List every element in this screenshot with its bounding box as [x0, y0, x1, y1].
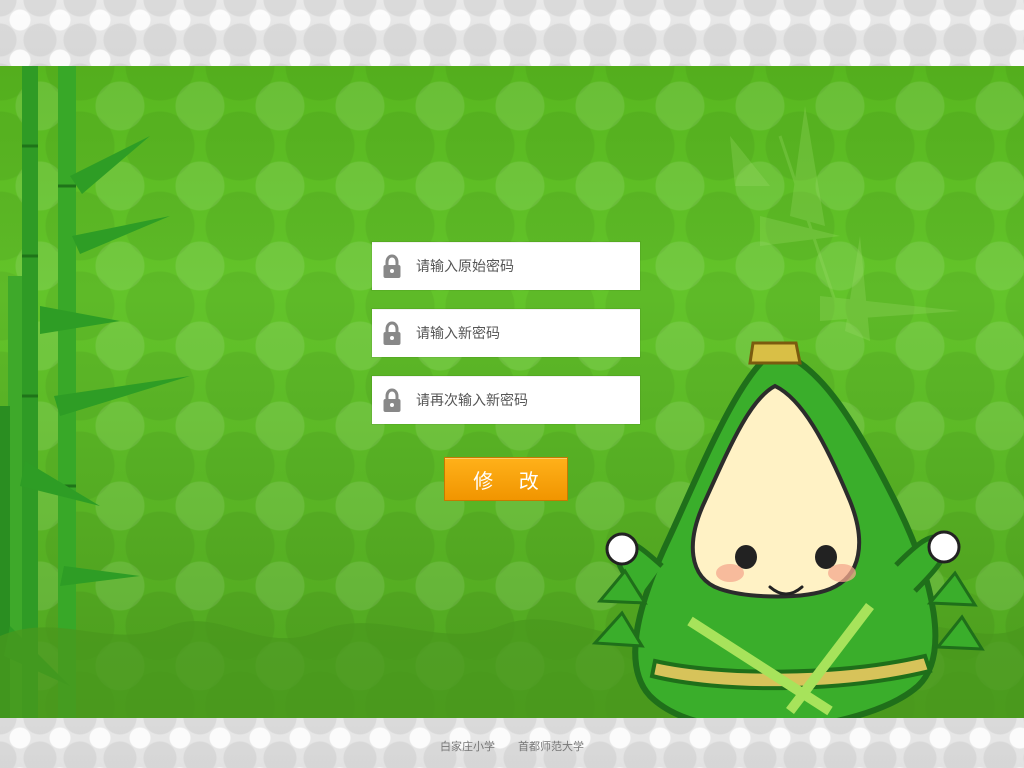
- lock-icon: [383, 388, 401, 412]
- mascot-cheek-left: [716, 564, 744, 582]
- original-password-input[interactable]: [416, 242, 636, 290]
- light-bamboo-leaf: [820, 296, 960, 321]
- lock-keyhole: [390, 269, 394, 273]
- confirm-password-input[interactable]: [416, 376, 636, 424]
- lock-icon: [383, 321, 401, 345]
- password-change-form: 修 改: [372, 242, 640, 501]
- modify-button[interactable]: 修 改: [444, 457, 568, 501]
- footer-school: 白家庄小学: [439, 741, 495, 753]
- mascot-eye-right: [815, 545, 837, 569]
- new-password-input[interactable]: [416, 309, 636, 357]
- lock-keyhole: [390, 336, 394, 340]
- light-bamboo-leaf: [730, 136, 770, 186]
- footer-university: 首都师范大学: [518, 741, 585, 753]
- footer: 白家庄小学 首都师范大学: [0, 738, 1024, 754]
- confirm-password-field-container: [372, 376, 640, 424]
- bamboo-leaf: [72, 216, 170, 254]
- bamboo-leaf: [60, 566, 140, 586]
- lock-shackle: [385, 254, 399, 265]
- top-cloud-band: [0, 0, 1024, 66]
- hand: [605, 532, 639, 566]
- page: 修 改 白家庄小学 首都师范大学: [0, 0, 1024, 768]
- mini-zongzi: [926, 570, 978, 607]
- mascot-cheek-right: [828, 564, 856, 582]
- hand: [927, 530, 961, 564]
- mascot-eye-left: [735, 545, 757, 569]
- light-bamboo-leaf: [845, 236, 870, 341]
- bamboo-leaf: [70, 136, 150, 194]
- lock-icon: [383, 254, 401, 278]
- bamboo-stalk: [22, 66, 38, 718]
- light-bamboo-leaf: [790, 106, 825, 226]
- lock-shackle: [385, 388, 399, 399]
- lock-shackle: [385, 321, 399, 332]
- main-scene: 修 改: [0, 66, 1024, 718]
- light-bamboo-leaf: [760, 216, 840, 246]
- bamboo-stalk: [58, 66, 76, 718]
- bamboo-leaf: [40, 306, 120, 334]
- lock-keyhole: [390, 403, 394, 407]
- new-password-field-container: [372, 309, 640, 357]
- original-password-field-container: [372, 242, 640, 290]
- zongzi-mascot: [591, 341, 985, 718]
- mascot-hat: [748, 341, 802, 365]
